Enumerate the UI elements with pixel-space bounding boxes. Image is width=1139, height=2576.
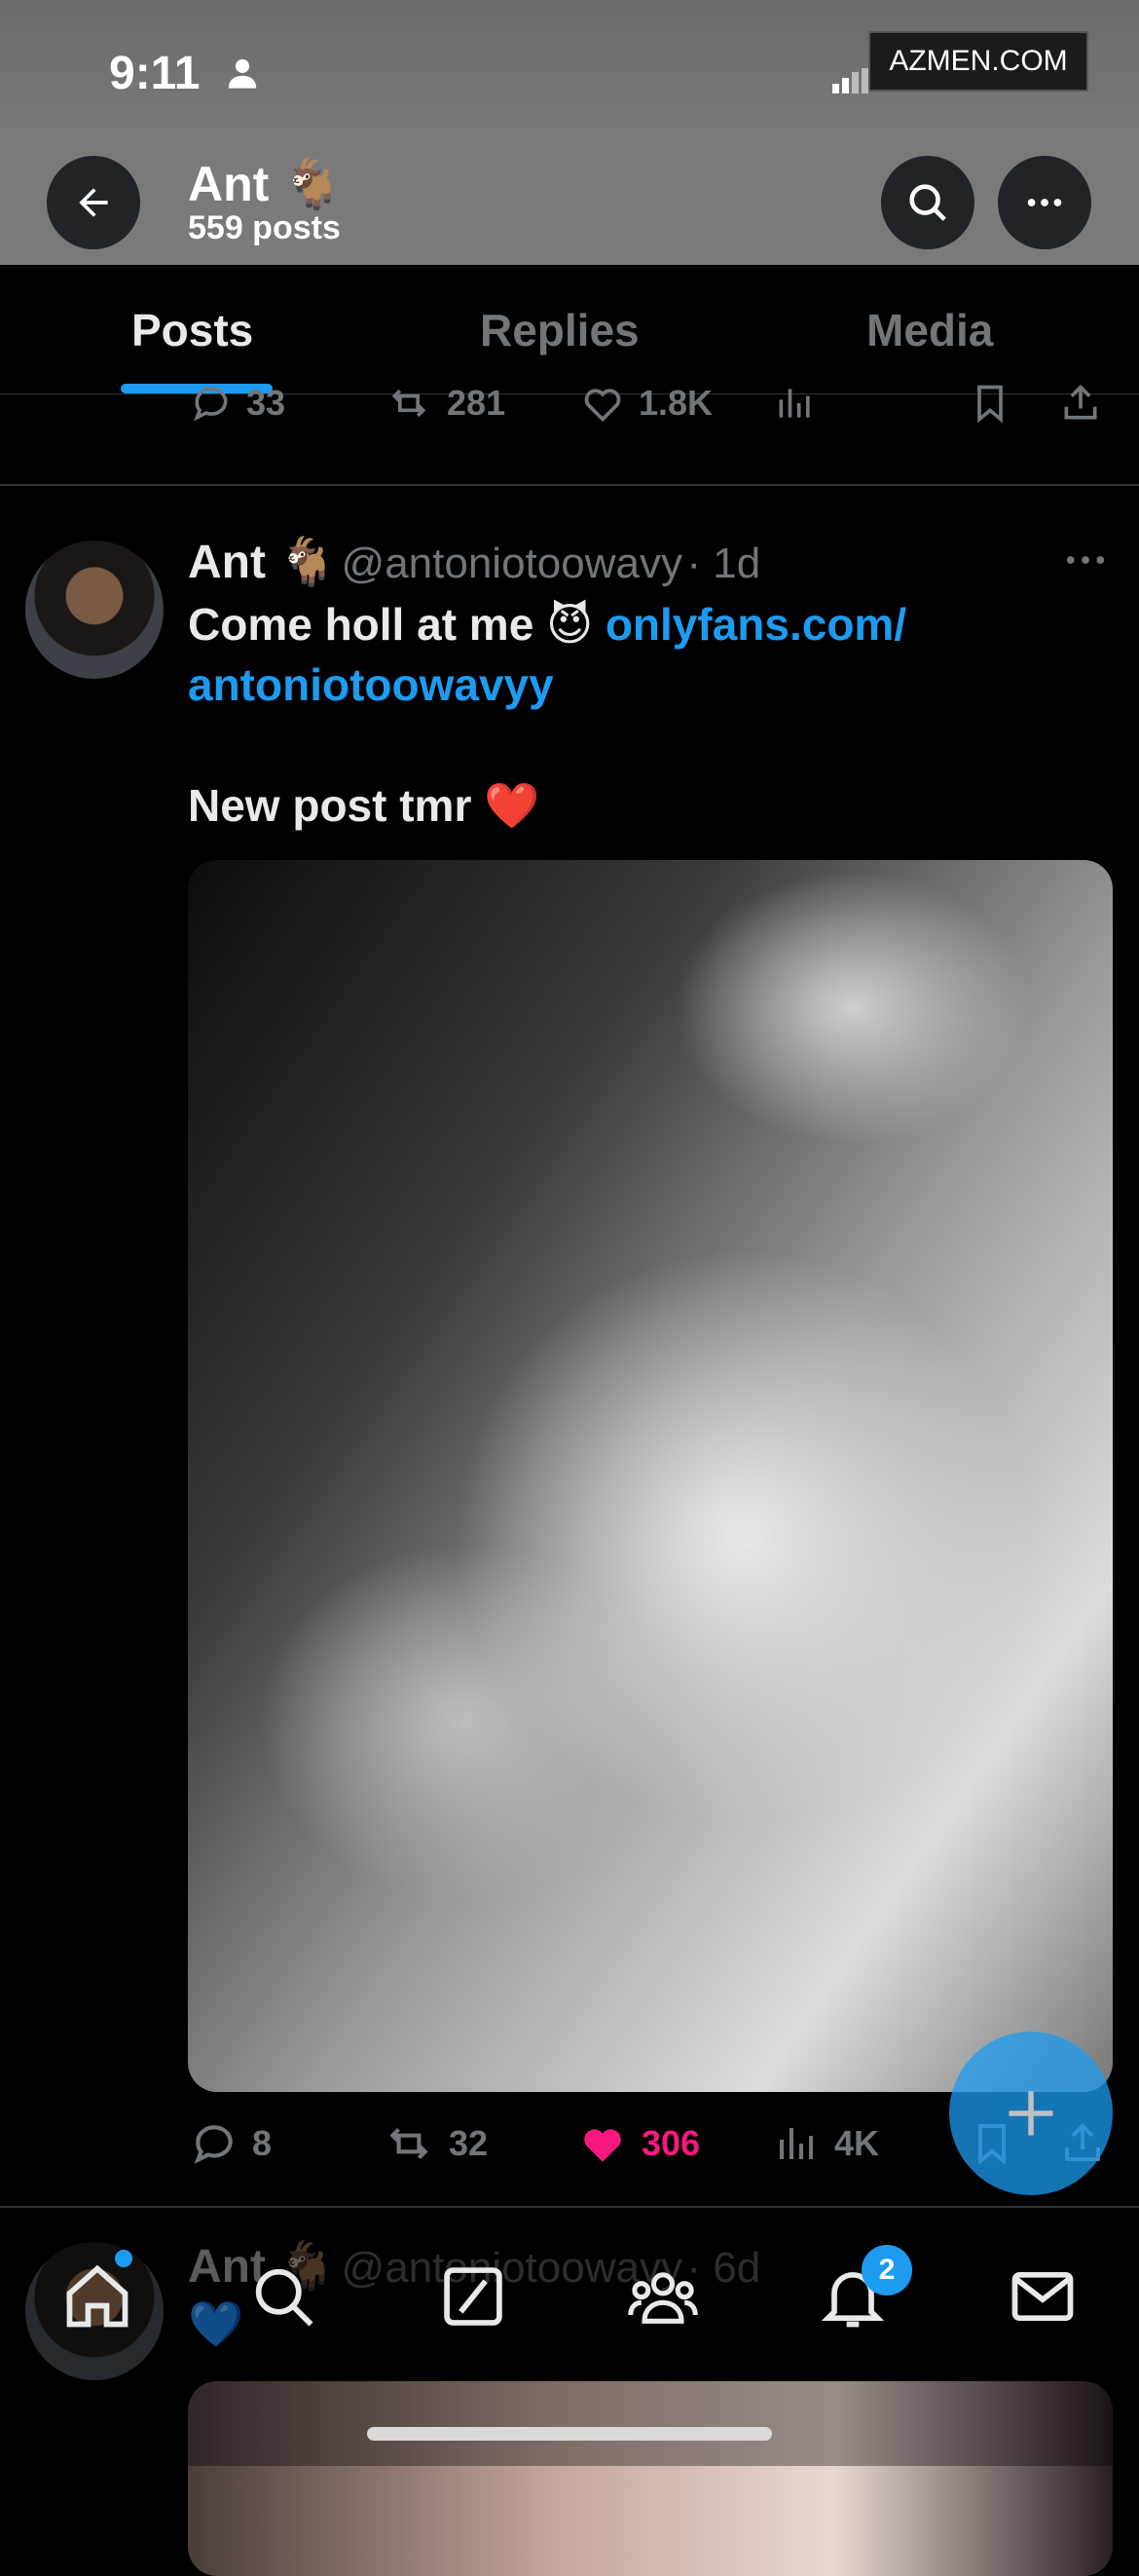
views-chart-icon	[780, 2128, 813, 2159]
reply-icon	[193, 387, 228, 422]
like-count: 306	[642, 2123, 701, 2163]
mail-icon	[1011, 2271, 1074, 2322]
tweet-handle[interactable]: @antoniotoowavy	[342, 540, 682, 587]
more-dots-icon	[1066, 556, 1105, 564]
reply-icon	[194, 2125, 233, 2164]
heart-filled-icon	[584, 2129, 621, 2162]
views-button[interactable]: 4K	[774, 2119, 879, 2168]
prev-like-button[interactable]: 1.8K	[580, 382, 713, 425]
avatar[interactable]	[25, 541, 164, 679]
prev-repost-button[interactable]: 281	[385, 382, 505, 425]
repost-button[interactable]: 32	[383, 2119, 488, 2168]
notifications-badge: 2	[862, 2245, 912, 2296]
views-count: 4K	[834, 2123, 880, 2163]
tweet-header: Ant 🐐 @antoniotoowavy · 1d	[188, 534, 760, 589]
tab-media[interactable]: Media	[866, 304, 993, 356]
nav-grok-button[interactable]	[436, 2259, 510, 2338]
prev-share-button[interactable]	[1059, 382, 1116, 425]
share-icon	[1064, 384, 1097, 420]
prev-like-count: 1.8K	[639, 383, 714, 423]
tweet-media-image[interactable]	[188, 860, 1113, 2092]
status-time: 9:11	[109, 48, 201, 99]
search-button[interactable]	[881, 156, 974, 249]
divider	[0, 484, 1139, 486]
post-count: 559 posts	[188, 209, 341, 246]
tweet-link-cont[interactable]: antoniotoowavyy	[188, 659, 554, 710]
prev-bookmark-button[interactable]	[969, 382, 1025, 425]
tab-posts[interactable]: Posts	[131, 304, 253, 356]
tweet-time: · 1d	[686, 540, 761, 587]
search-icon	[909, 184, 946, 221]
profile-name: Ant 🐐	[188, 157, 344, 211]
home-indicator	[367, 2427, 772, 2441]
profile-tabs: Posts Replies Media	[0, 265, 1139, 394]
tweet-author-name[interactable]: Ant 🐐	[188, 537, 337, 588]
tweet-more-button[interactable]	[1063, 550, 1108, 575]
home-icon	[66, 2264, 129, 2328]
views-chart-icon	[779, 389, 810, 418]
search-icon	[255, 2268, 313, 2327]
watermark: AZMEN.COM	[868, 31, 1088, 92]
nav-home-button[interactable]	[60, 2259, 134, 2338]
prev-reply-button[interactable]: 33	[190, 382, 285, 425]
back-button[interactable]	[47, 156, 140, 249]
prev-reply-count: 33	[246, 383, 286, 423]
plus-icon	[1009, 2091, 1053, 2136]
heart-outline-icon	[584, 389, 621, 423]
bookmark-icon	[977, 385, 1003, 424]
signal-icon	[832, 68, 871, 98]
nav-communities-button[interactable]	[626, 2259, 700, 2338]
like-button[interactable]: 306	[577, 2119, 700, 2168]
prev-repost-count: 281	[447, 383, 506, 423]
communities-icon	[628, 2272, 698, 2324]
arrow-left-icon	[79, 188, 108, 217]
tweet-text: Come holl at me 😈 onlyfans.com/ antoniot…	[188, 594, 1113, 836]
prev-views-button[interactable]	[774, 382, 830, 425]
tweet-text-line1: Come holl at me 😈	[188, 599, 606, 650]
repost-count: 32	[449, 2123, 489, 2163]
repost-icon	[391, 389, 426, 418]
more-button[interactable]	[998, 156, 1091, 249]
tweet-text-line3: New post tmr ❤️	[188, 780, 540, 831]
nav-messages-button[interactable]	[1006, 2259, 1080, 2338]
reply-count: 8	[252, 2123, 273, 2163]
more-dots-icon	[1027, 199, 1062, 206]
tab-replies[interactable]: Replies	[480, 304, 640, 356]
repost-icon	[389, 2127, 428, 2160]
nav-search-button[interactable]	[246, 2259, 320, 2338]
home-unread-dot	[115, 2250, 132, 2267]
person-icon	[226, 56, 259, 94]
compose-fab-button[interactable]	[949, 2032, 1113, 2195]
divider	[0, 2206, 1139, 2208]
tweet-link[interactable]: onlyfans.com/	[606, 599, 906, 650]
reply-button[interactable]: 8	[190, 2119, 272, 2168]
grok-slash-icon	[444, 2267, 502, 2326]
